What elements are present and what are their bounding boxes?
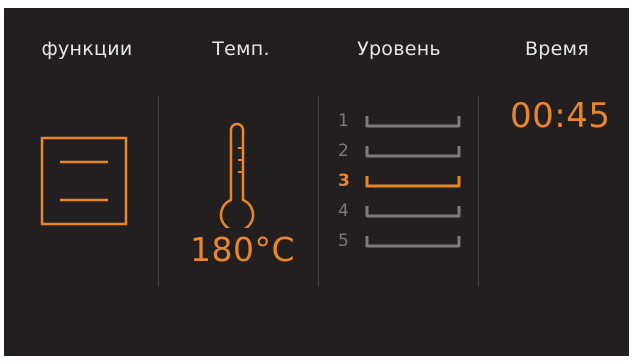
column-divider: [158, 96, 159, 286]
level-item[interactable]: 1: [338, 110, 468, 132]
time-header: Время: [524, 38, 590, 60]
time-value[interactable]: 00:45: [510, 96, 610, 136]
rack-level-bar: [365, 176, 461, 188]
top-bottom-heat-icon[interactable]: [40, 136, 128, 226]
rack-level-bar: [365, 146, 461, 158]
level-item[interactable]: 5: [338, 230, 468, 252]
column-divider: [478, 96, 479, 286]
level-item[interactable]: 3: [338, 170, 468, 192]
rack-level-bar: [365, 206, 461, 218]
level-item[interactable]: 2: [338, 140, 468, 162]
level-item[interactable]: 4: [338, 200, 468, 222]
level-number: 4: [338, 201, 349, 221]
functions-header: функции: [41, 38, 133, 60]
column-divider: [318, 96, 319, 286]
temperature-header: Темп.: [212, 38, 270, 60]
temperature-value[interactable]: 180°C: [190, 230, 300, 269]
rack-level-bar: [365, 116, 461, 128]
oven-control-panel: функции Темп. Уровень Время 180°C 12345 …: [4, 8, 629, 356]
level-number: 1: [338, 111, 349, 131]
level-number: 5: [338, 231, 349, 251]
rack-level-bar: [365, 236, 461, 248]
thermometer-icon[interactable]: [216, 120, 258, 228]
level-number: 3: [338, 171, 350, 191]
level-header: Уровень: [357, 38, 441, 60]
level-number: 2: [338, 141, 349, 161]
